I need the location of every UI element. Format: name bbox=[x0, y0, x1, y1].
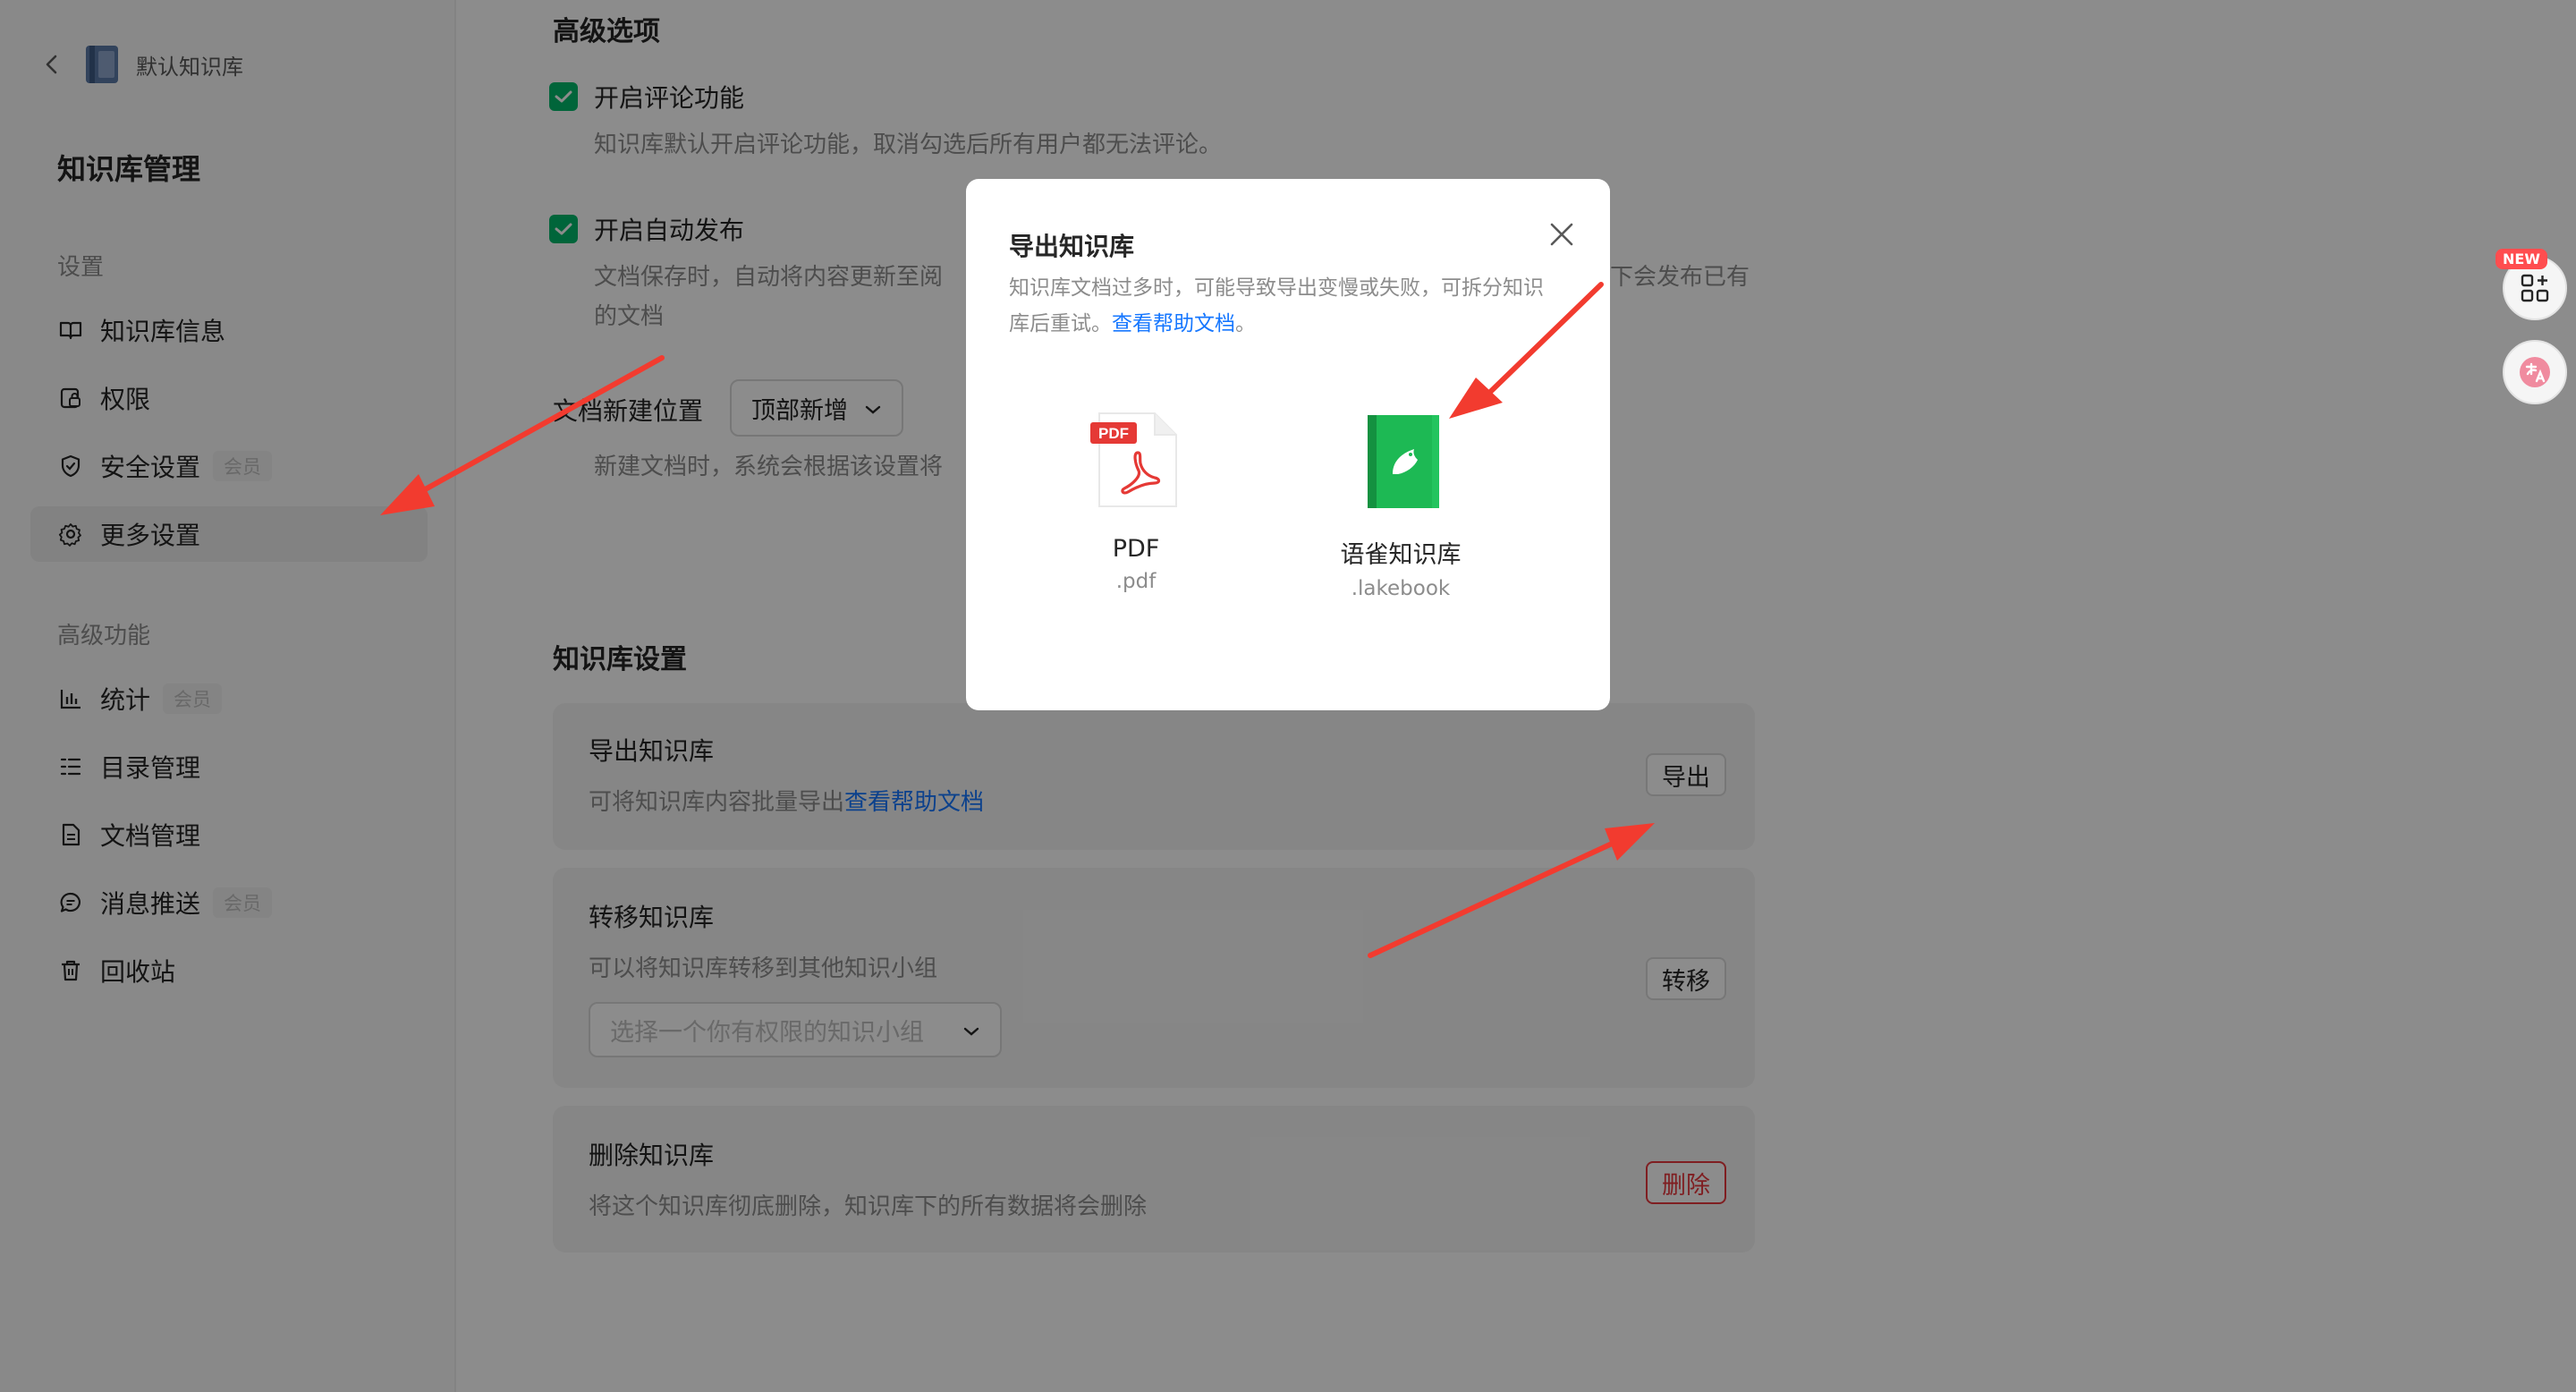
modal-desc-line2: 库后重试。 bbox=[1009, 312, 1112, 335]
modal-description: 知识库文档过多时，可能导致导出变慢或失败，可拆分知识 库后重试。查看帮助文档。 bbox=[1009, 270, 1581, 342]
modal-title: 导出知识库 bbox=[1009, 232, 1135, 261]
close-icon[interactable] bbox=[1542, 215, 1581, 254]
export-modal: 导出知识库 知识库文档过多时，可能导致导出变慢或失败，可拆分知识 库后重试。查看… bbox=[966, 179, 1610, 710]
export-option-pdf[interactable]: PDF PDF .pdf bbox=[1046, 408, 1225, 593]
modal-desc-suffix: 。 bbox=[1235, 312, 1256, 335]
new-badge: NEW bbox=[2496, 249, 2547, 269]
export-option-ext: .pdf bbox=[1115, 570, 1157, 593]
pdf-badge-text: PDF bbox=[1098, 425, 1129, 442]
export-option-name: PDF bbox=[1112, 535, 1160, 563]
grid-plus-icon bbox=[2521, 274, 2549, 302]
modal-help-link[interactable]: 查看帮助文档 bbox=[1112, 312, 1235, 335]
pdf-file-icon: PDF bbox=[1090, 412, 1177, 507]
export-option-ext: .lakebook bbox=[1351, 577, 1451, 600]
translate-widget-button[interactable] bbox=[2503, 340, 2567, 404]
export-option-lakebook[interactable]: 语雀知识库 .lakebook bbox=[1311, 408, 1490, 600]
translate-icon bbox=[2520, 357, 2550, 387]
lakebook-icon bbox=[1368, 415, 1439, 508]
app-root: 默认知识库 知识库管理 设置 知识库信息 权限 安全设置 会员 更多设置 高级功… bbox=[0, 0, 2576, 1392]
modal-desc-line1: 知识库文档过多时，可能导致导出变慢或失败，可拆分知识 bbox=[1009, 276, 1544, 300]
export-option-name: 语雀知识库 bbox=[1340, 541, 1462, 569]
